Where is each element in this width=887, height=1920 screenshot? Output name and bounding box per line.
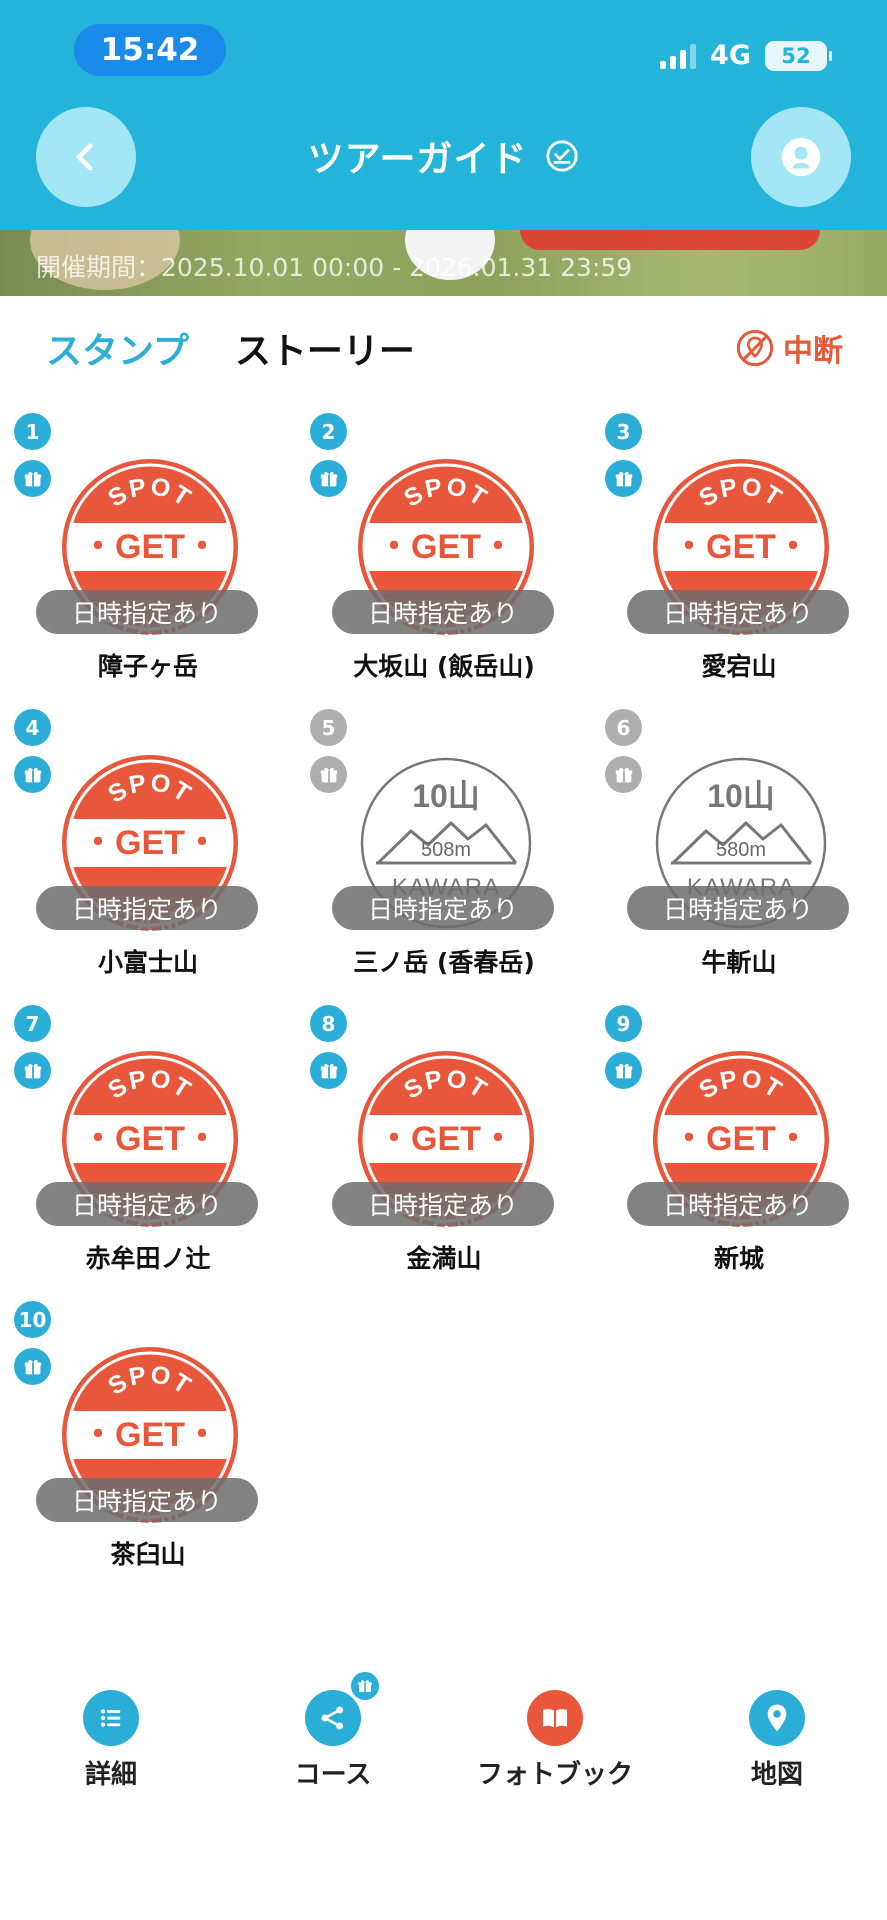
date-specified-label: 日時指定あり [627,590,849,634]
battery-level: 52 [781,43,811,68]
check-circle-icon[interactable] [545,139,579,173]
date-specified-label: 日時指定あり [627,1182,849,1226]
nav-detail-label: 詳細 [84,1760,137,1790]
stamp-text-middle: ・GET・ [81,528,219,566]
route-icon [305,1670,381,1746]
app-header: 15:42 4G 52 ツアーガイド [0,0,887,230]
list-icon [83,1690,139,1746]
suspend-label: 中断 [783,334,843,369]
page-title: ツアーガイド [307,139,528,180]
spot-name: 大坂山 (飯岳山) [353,652,535,681]
spot-name: 小富士山 [97,948,198,977]
status-indicators: 4G 52 [660,40,832,71]
suspend-button[interactable]: 中断 [735,326,843,370]
stamp-text-middle: ・GET・ [672,528,810,566]
voice-guide-icon [781,137,821,177]
spot-name: 障子ヶ岳 [97,652,198,681]
stamp-text-middle: ・GET・ [81,824,219,862]
bottom-nav: 詳細 コース フォトブック 地図 [0,1670,887,1800]
nav-course[interactable]: コース [222,1670,444,1791]
spot-number-badge: 6 [605,709,642,746]
date-specified-label: 日時指定あり [36,886,258,930]
gift-icon [605,460,642,497]
stamp-cell[interactable]: SPOT・GET・STAMP10日時指定あり茶臼山 [0,1293,296,1589]
stamp-title: 10山 [412,778,480,814]
spot-name: 茶臼山 [110,1540,186,1569]
stamp-text-middle: ・GET・ [377,1120,515,1158]
spot-number-badge: 9 [605,1005,642,1042]
stamp-cell[interactable]: 10山508mKAWARA5日時指定あり三ノ岳 (香春岳) [296,701,592,997]
nav-map[interactable]: 地図 [666,1690,887,1791]
signal-icon [660,43,697,69]
stamp-elevation: 508m [421,839,471,861]
tab-stamp[interactable]: スタンプ [46,322,189,374]
spot-number-badge: 1 [14,413,51,450]
stamp-text-middle: ・GET・ [672,1120,810,1158]
stamp-cell[interactable]: SPOT・GET・STAMP4日時指定あり小富士山 [0,701,296,997]
date-specified-label: 日時指定あり [332,1182,554,1226]
spot-name: 赤牟田ノ辻 [85,1244,211,1273]
gift-icon [605,756,642,793]
spot-number-badge: 2 [310,413,347,450]
gift-icon [349,1670,381,1702]
stamp-cell[interactable]: SPOT・GET・STAMP9日時指定あり新城 [591,997,887,1293]
date-specified-label: 日時指定あり [36,1182,258,1226]
spot-name: 金満山 [406,1244,482,1273]
status-time: 15:42 [74,24,226,76]
spot-number-badge: 3 [605,413,642,450]
stamp-text-middle: ・GET・ [377,528,515,566]
stamp-text-middle: ・GET・ [81,1416,219,1454]
tab-bar: スタンプ ストーリー [46,322,415,374]
nav-photobook[interactable]: フォトブック [444,1690,666,1791]
event-period: 開催期間：2025.10.01 00:00 - 2026.01.31 23:59 [36,253,633,282]
nav-photobook-label: フォトブック [476,1760,633,1790]
tab-story[interactable]: ストーリー [235,322,415,374]
date-specified-label: 日時指定あり [332,590,554,634]
spot-name: 愛宕山 [701,652,777,681]
date-specified-label: 日時指定あり [36,1478,258,1522]
stamp-cell[interactable]: 10山580mKAWARA6日時指定あり牛斬山 [591,701,887,997]
gift-icon [310,1052,347,1089]
stamp-title: 10山 [707,778,775,814]
nav-course-label: コース [294,1760,372,1790]
date-specified-label: 日時指定あり [627,886,849,930]
gift-icon [14,1052,51,1089]
stamp-elevation: 580m [716,839,766,861]
stamp-cell[interactable]: SPOT・GET・STAMP3日時指定あり愛宕山 [591,405,887,701]
voice-guide-button[interactable] [751,107,851,207]
nav-detail[interactable]: 詳細 [0,1690,222,1791]
gift-icon [14,460,51,497]
gift-icon [605,1052,642,1089]
suspend-icon [736,329,774,367]
battery-icon: 52 [765,40,832,71]
gift-icon [14,756,51,793]
spot-number-badge: 7 [14,1005,51,1042]
spot-number-badge: 8 [310,1005,347,1042]
date-specified-label: 日時指定あり [332,886,554,930]
spot-number-badge: 4 [14,709,51,746]
map-pin-icon [749,1690,805,1746]
stamp-cell[interactable]: SPOT・GET・STAMP1日時指定あり障子ヶ岳 [0,405,296,701]
book-icon [527,1690,583,1746]
stamp-cell[interactable]: SPOT・GET・STAMP8日時指定あり金満山 [296,997,592,1293]
spot-name: 三ノ岳 (香春岳) [353,948,535,977]
spot-name: 新城 [713,1244,764,1273]
banner-image-headline [520,230,820,250]
stamp-cell[interactable]: SPOT・GET・STAMP7日時指定あり赤牟田ノ辻 [0,997,296,1293]
network-type: 4G [710,40,751,71]
stamp-cell[interactable]: SPOT・GET・STAMP2日時指定あり大坂山 (飯岳山) [296,405,592,701]
gift-icon [14,1348,51,1385]
stamp-text-middle: ・GET・ [81,1120,219,1158]
spot-number-badge: 10 [14,1301,51,1338]
gift-icon [310,756,347,793]
date-specified-label: 日時指定あり [36,590,258,634]
spot-number-badge: 5 [310,709,347,746]
nav-map-label: 地図 [750,1760,803,1790]
event-banner[interactable]: 開催期間：2025.10.01 00:00 - 2026.01.31 23:59 [0,230,887,296]
gift-icon [310,460,347,497]
spot-name: 牛斬山 [701,948,777,977]
